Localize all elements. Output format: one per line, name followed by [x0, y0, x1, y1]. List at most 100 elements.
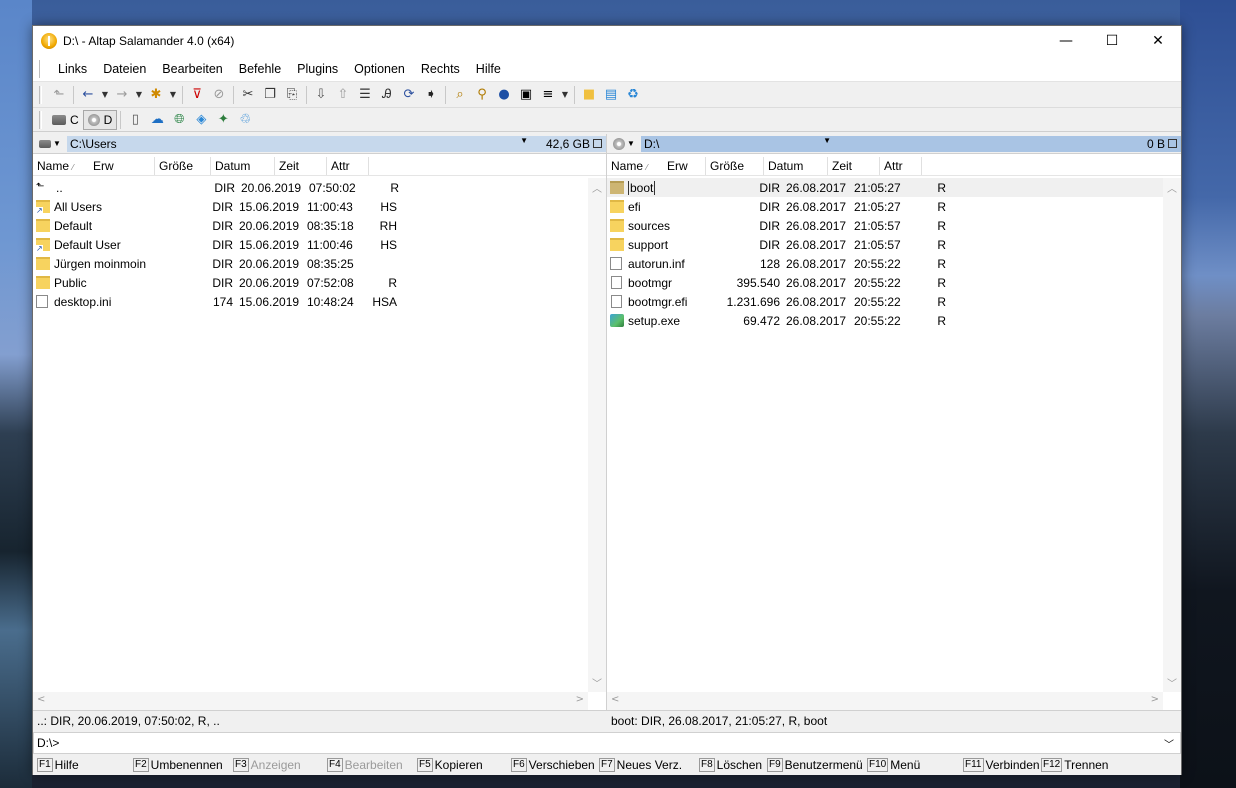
- image-icon[interactable]: ▤: [600, 84, 622, 106]
- col-name[interactable]: Name ⁄: [33, 157, 89, 175]
- user-icon[interactable]: ●: [493, 84, 515, 106]
- fkey-f2-button[interactable]: F2 Umbenennen: [133, 758, 223, 772]
- fkey-f3-button[interactable]: F3 Anzeigen: [233, 758, 301, 772]
- scroll-up-icon[interactable]: ︿: [1167, 180, 1177, 195]
- chevron-down-icon[interactable]: ﹀: [1164, 736, 1174, 751]
- command-prompt-icon[interactable]: ▣: [515, 84, 537, 106]
- toolbar-grip[interactable]: [39, 85, 42, 104]
- fkey-f6-button[interactable]: F6 Verschieben: [511, 758, 595, 772]
- minimize-button[interactable]: —: [1043, 26, 1089, 56]
- file-row[interactable]: setup.exe 69.472 26.08.2017 20:55:22 R: [607, 311, 1163, 330]
- right-horizontal-scrollbar[interactable]: < >: [607, 692, 1163, 710]
- col-size[interactable]: Größe: [706, 156, 764, 175]
- filter-icon[interactable]: ⊽: [186, 84, 208, 106]
- left-horizontal-scrollbar[interactable]: < >: [33, 692, 588, 710]
- file-row[interactable]: All Users DIR 15.06.2019 11:00:43 HS: [33, 197, 588, 216]
- command-line[interactable]: D:\> ﹀: [33, 732, 1181, 754]
- file-row[interactable]: Default DIR 20.06.2019 08:35:18 RH: [33, 216, 588, 235]
- menu-plugins[interactable]: Plugins: [289, 62, 346, 76]
- scroll-down-icon[interactable]: ﹀: [592, 675, 602, 690]
- file-row[interactable]: ⬑.. DIR 20.06.2019 07:50:02 R: [33, 178, 588, 197]
- menu-rechts[interactable]: Rechts: [413, 62, 468, 76]
- tag-icon[interactable]: ➧: [420, 84, 442, 106]
- left-path-field[interactable]: C:\Users ▼: [67, 135, 536, 152]
- file-row[interactable]: bootmgr.efi 1.231.696 26.08.2017 20:55:22 R: [607, 292, 1163, 311]
- left-drive-menu[interactable]: ▼: [33, 139, 67, 148]
- cut-icon[interactable]: ✂: [237, 84, 259, 106]
- fkey-f11-button[interactable]: F11 Verbinden: [963, 758, 1040, 772]
- fkey-f7-button[interactable]: F7 Neues Verz.: [599, 758, 682, 772]
- file-row[interactable]: sources DIR 26.08.2017 21:05:57 R: [607, 216, 1163, 235]
- recycle-drive-icon[interactable]: ♲: [234, 109, 256, 131]
- menu-links[interactable]: Links: [50, 62, 95, 76]
- maximize-button[interactable]: ☐: [1089, 26, 1135, 56]
- unfilter-icon[interactable]: ⊘: [208, 84, 230, 106]
- chevron-down-icon[interactable]: ▼: [823, 136, 831, 145]
- list-icon[interactable]: ☰: [354, 84, 376, 106]
- copy-icon[interactable]: ❐: [259, 84, 281, 106]
- menu-dateien[interactable]: Dateien: [95, 62, 154, 76]
- pack-icon[interactable]: ⇩: [310, 84, 332, 106]
- right-path-field[interactable]: D:\ ▼: [641, 135, 1111, 152]
- menu-bearbeiten[interactable]: Bearbeiten: [154, 62, 230, 76]
- forward-arrow-icon[interactable]: →: [111, 84, 133, 106]
- ftp-globe-icon[interactable]: 🌐︎: [168, 109, 190, 131]
- col-date[interactable]: Datum: [764, 156, 828, 175]
- paste-icon[interactable]: ⎘: [281, 84, 303, 106]
- fkey-f10-button[interactable]: F10 Menü: [867, 758, 920, 772]
- file-row[interactable]: autorun.inf 128 26.08.2017 20:55:22 R: [607, 254, 1163, 273]
- change-case-icon[interactable]: Ꭿ: [376, 84, 398, 106]
- col-size[interactable]: Größe: [155, 156, 211, 175]
- right-panel[interactable]: ▼ D:\ ▼ 0 B Name ⁄ Erw Größe Datum Zeit …: [607, 134, 1181, 710]
- drivebar-grip[interactable]: [39, 110, 42, 129]
- fkey-f5-button[interactable]: F5 Kopieren: [417, 758, 483, 772]
- scroll-up-icon[interactable]: ︿: [592, 180, 602, 195]
- parent-dir-icon[interactable]: ⬑: [48, 84, 70, 106]
- fkey-f8-button[interactable]: F8 Löschen: [699, 758, 762, 772]
- scroll-left-icon[interactable]: <: [611, 694, 619, 705]
- find-files-icon[interactable]: ⌕: [449, 84, 471, 106]
- col-attr[interactable]: Attr: [327, 156, 369, 175]
- app-icon[interactable]: [41, 33, 57, 49]
- col-date[interactable]: Datum: [211, 156, 275, 175]
- recycle-bin-icon[interactable]: ♻: [622, 84, 644, 106]
- hot-paths-icon[interactable]: ✱: [145, 84, 167, 106]
- scroll-right-icon[interactable]: >: [1151, 694, 1159, 705]
- zoom-panel-icon[interactable]: [593, 139, 602, 148]
- network-drive-icon[interactable]: ◈: [190, 109, 212, 131]
- fkey-f1-button[interactable]: F1 Hilfe: [37, 758, 79, 772]
- left-vertical-scrollbar[interactable]: ︿ ﹀: [588, 178, 606, 692]
- file-row[interactable]: Jürgen moinmoin DIR 20.06.2019 08:35:25: [33, 254, 588, 273]
- scroll-left-icon[interactable]: <: [37, 694, 45, 705]
- file-row[interactable]: support DIR 26.08.2017 21:05:57 R: [607, 235, 1163, 254]
- right-drive-menu[interactable]: ▼: [607, 137, 641, 150]
- col-ext[interactable]: Erw: [663, 156, 706, 175]
- drive-c-button[interactable]: C: [48, 110, 83, 130]
- back-dropdown-icon[interactable]: ▼: [99, 84, 111, 106]
- col-attr[interactable]: Attr: [880, 156, 922, 175]
- file-row[interactable]: desktop.ini 174 15.06.2019 10:48:24 HSA: [33, 292, 588, 311]
- network-plugin-icon[interactable]: ✦: [212, 109, 234, 131]
- refresh-icon[interactable]: ⟳: [398, 84, 420, 106]
- menu-befehle[interactable]: Befehle: [231, 62, 289, 76]
- close-button[interactable]: ✕: [1135, 26, 1181, 56]
- zoom-panel-icon[interactable]: [1168, 139, 1177, 148]
- back-arrow-icon[interactable]: ←: [77, 84, 99, 106]
- unpack-icon[interactable]: ⇧: [332, 84, 354, 106]
- view-mode-dropdown-icon[interactable]: ▼: [559, 84, 571, 106]
- forward-dropdown-icon[interactable]: ▼: [133, 84, 145, 106]
- chevron-down-icon[interactable]: ▼: [520, 136, 528, 145]
- file-row[interactable]: Default User DIR 15.06.2019 11:00:46 HS: [33, 235, 588, 254]
- drive-d-button[interactable]: D: [82, 109, 118, 130]
- col-time[interactable]: Zeit: [828, 156, 880, 175]
- col-ext[interactable]: Erw: [89, 156, 155, 175]
- onedrive-cloud-icon[interactable]: ☁: [146, 109, 168, 131]
- fkey-f12-button[interactable]: F12 Trennen: [1041, 758, 1108, 772]
- folder-toolbar-icon[interactable]: ■: [578, 84, 600, 106]
- file-row[interactable]: Public DIR 20.06.2019 07:52:08 R: [33, 273, 588, 292]
- col-name[interactable]: Name ⁄: [607, 157, 663, 175]
- col-time[interactable]: Zeit: [275, 156, 327, 175]
- left-panel[interactable]: ▼ C:\Users ▼ 42,6 GB Name ⁄ Erw Größe Da…: [33, 134, 607, 710]
- document-icon[interactable]: ▯: [124, 109, 146, 131]
- hot-paths-dropdown-icon[interactable]: ▼: [167, 84, 179, 106]
